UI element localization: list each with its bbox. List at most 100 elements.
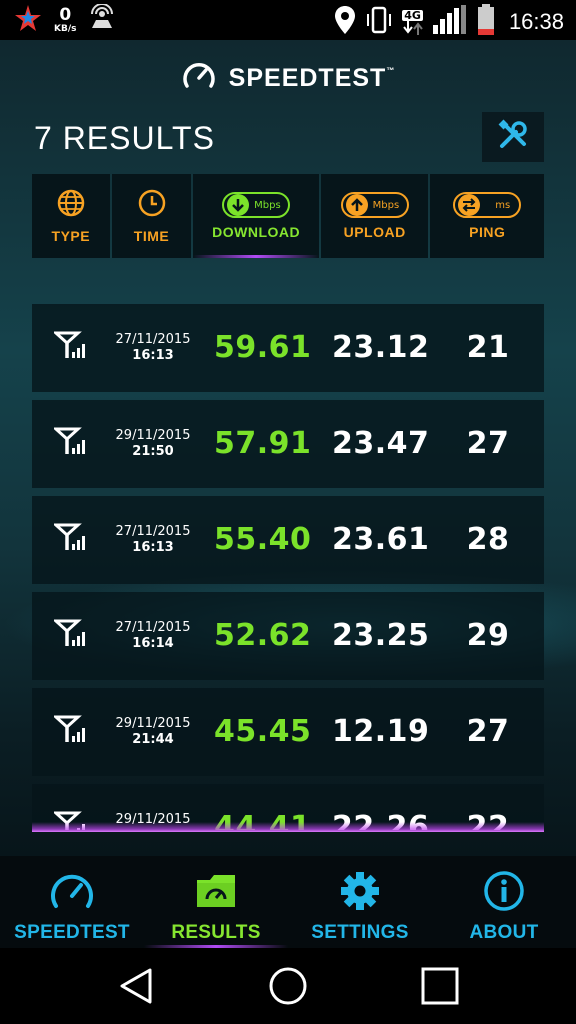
column-header-upload[interactable]: Mbps UPLOAD [320,174,429,258]
result-download: 45.45 [214,714,312,749]
nav-label-settings: SETTINGS [311,922,409,943]
result-row[interactable]: 27/11/2015 16:13 55.40 23.61 28 [32,496,544,584]
nav-about[interactable]: ABOUT [432,856,576,948]
vibrate-icon [366,5,392,39]
speedometer-logo-icon [181,58,217,98]
result-row[interactable]: 27/11/2015 16:14 52.62 23.25 29 [32,592,544,680]
signal-strength-icon [432,5,467,39]
result-datetime: 27/11/2015 16:13 [112,332,194,364]
column-header-download[interactable]: Mbps DOWNLOAD [193,174,319,258]
column-header-type[interactable]: TYPE [32,174,110,258]
column-label-time: TIME [133,228,170,244]
result-date: 27/11/2015 [115,620,191,635]
column-label-upload: UPLOAD [343,224,406,240]
result-upload: 12.19 [332,714,430,749]
result-download: 55.40 [214,522,312,557]
globe-icon [56,188,86,222]
result-date: 27/11/2015 [115,524,191,539]
tools-button[interactable] [482,112,544,162]
column-header-ping[interactable]: ms PING [430,174,544,258]
cellular-signal-icon [52,330,90,364]
result-time: 16:14 [132,636,174,651]
result-datetime: 29/11/2015 21:44 [112,716,194,748]
result-datetime: 27/11/2015 16:14 [112,620,194,652]
result-datetime: 29/11/2015 21:50 [112,428,194,460]
list-edge-glow [32,822,544,832]
column-label-type: TYPE [51,228,91,244]
result-ping: 29 [466,618,510,653]
download-unit-pill: Mbps [222,192,291,218]
column-header-time[interactable]: TIME [111,174,192,258]
result-upload: 23.12 [332,330,430,365]
gear-icon [337,870,383,916]
speedtest-logo: SPEEDTEST™ [0,58,576,98]
upload-unit-pill: Mbps [340,192,409,218]
cellular-signal-icon [52,714,90,748]
cellular-signal-icon [52,618,90,652]
result-ping: 21 [466,330,510,365]
clock-time: 16:38 [508,9,564,34]
system-navigation-bar [0,948,576,1024]
ping-icon [458,194,481,216]
home-button[interactable] [268,966,308,1006]
ping-unit-pill: ms [453,192,522,218]
result-ping: 27 [466,714,510,749]
network-speed-indicator: 0 KB/s [54,4,76,34]
nav-results[interactable]: RESULTS [144,856,288,948]
nav-label-about: ABOUT [469,922,539,943]
location-icon [334,5,356,39]
result-download: 52.62 [214,618,312,653]
result-row[interactable]: 29/11/2015 21:44 45.45 12.19 27 [32,688,544,776]
home-icon [269,967,307,1005]
column-label-download: DOWNLOAD [212,224,301,240]
nav-label-results: RESULTS [171,922,261,943]
tools-icon [496,118,530,156]
app-notification-icon [14,4,42,36]
result-row[interactable]: 27/11/2015 16:13 59.61 23.12 21 [32,304,544,392]
gauge-icon [49,870,95,916]
info-icon [481,870,527,916]
clock-icon [137,188,167,222]
battery-icon [477,4,495,40]
result-upload: 23.61 [332,522,430,557]
network-speed-value: 0 [59,4,72,25]
result-ping: 28 [466,522,510,557]
download-unit: Mbps [254,199,281,211]
result-download: 59.61 [214,330,312,365]
recents-button[interactable] [420,966,460,1006]
result-download: 57.91 [214,426,312,461]
result-ping: 27 [466,426,510,461]
results-count-title: 7 RESULTS [34,120,215,156]
recents-icon [421,967,459,1005]
result-row[interactable]: 29/11/2015 21:50 57.91 23.47 27 [32,400,544,488]
result-date: 27/11/2015 [115,332,191,347]
arrow-down-icon [227,194,250,216]
network-type-icon: 4G [402,8,423,35]
folder-icon [193,870,239,916]
back-button[interactable] [116,966,156,1006]
result-upload: 23.25 [332,618,430,653]
hotspot-icon [88,3,116,36]
result-upload: 23.47 [332,426,430,461]
arrow-up-icon [345,194,368,216]
status-bar: 0 KB/s 4G 16:38 [0,0,576,40]
result-time: 21:44 [132,732,174,747]
nav-speedtest[interactable]: SPEEDTEST [0,856,144,948]
back-icon [120,968,152,1004]
result-time: 16:13 [132,348,174,363]
cellular-signal-icon [52,426,90,460]
ping-unit: ms [495,199,511,211]
result-date: 29/11/2015 [115,428,191,443]
result-time: 16:13 [132,540,174,555]
nav-settings[interactable]: SETTINGS [288,856,432,948]
network-type-label: 4G [402,8,423,22]
bottom-navigation: SPEEDTEST RESULTS SETTINGS ABOUT [0,856,576,948]
result-date: 29/11/2015 [115,716,191,731]
app-title: SPEEDTEST™ [228,63,396,92]
column-label-ping: PING [469,224,506,240]
results-screen: SPEEDTEST™ 7 RESULTS TYPE TIME Mbps DOWN… [0,40,576,856]
results-header: TYPE TIME Mbps DOWNLOAD Mbps UPLOAD ms P… [32,174,544,258]
result-datetime: 27/11/2015 16:13 [112,524,194,556]
nav-label-speedtest: SPEEDTEST [14,922,130,943]
result-time: 21:50 [132,444,174,459]
